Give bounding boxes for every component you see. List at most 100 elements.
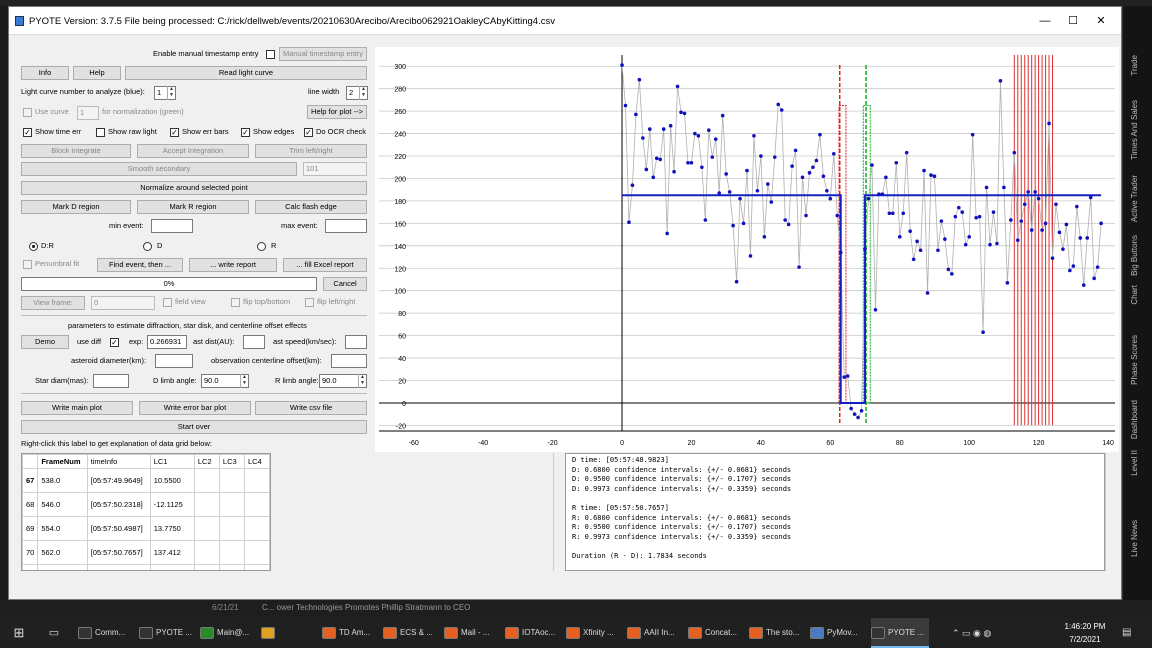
taskbar-app[interactable]: The sto...	[749, 618, 807, 648]
enable-manual-ts-checkbox[interactable]	[266, 50, 275, 59]
light-curve-chart[interactable]: -20 0 20 40 60 80 100 120 140 160 180 200 220 240 260 2…	[375, 47, 1119, 452]
d-limb-spinner-icon[interactable]: ▲ ▼	[240, 374, 248, 388]
grid-cell[interactable]	[218, 468, 245, 493]
taskbar-app[interactable]: Concat...	[688, 618, 746, 648]
task-view-icon[interactable]: ▭	[44, 618, 64, 648]
field-view-checkbox[interactable]	[163, 298, 172, 307]
grid-cell[interactable]: 570.0	[37, 564, 88, 570]
row-header[interactable]: 70	[22, 540, 39, 565]
ast-dist-field[interactable]	[243, 335, 265, 349]
grid-header[interactable]: LC3	[218, 454, 245, 469]
trim-button[interactable]: Trim left/right	[255, 144, 367, 158]
ast-speed-field[interactable]	[345, 335, 367, 349]
grid-cell[interactable]	[243, 564, 270, 570]
tray-icons[interactable]: ⌃ ▭ ◉ ◍	[952, 618, 991, 648]
write-csv-button[interactable]: Write csv file	[255, 401, 367, 415]
table-row[interactable]: 68 546.0 [05:57:50.2318] -12.1125	[22, 492, 270, 517]
use-curve-spinbox[interactable]: 1	[77, 106, 99, 120]
windows-start-icon[interactable]: ⊞	[8, 618, 30, 648]
flip-lr-checkbox[interactable]	[305, 298, 314, 307]
grid-explain-label[interactable]: Right-click this label to get explanatio…	[21, 438, 212, 450]
taskbar-app[interactable]: PyMov...	[810, 618, 868, 648]
grid-header[interactable]: LC1	[149, 454, 195, 469]
grid-cell[interactable]: [05:57:51.0326]	[86, 564, 151, 570]
block-integrate-button[interactable]: Block integrate	[21, 144, 131, 158]
taskbar-app[interactable]: AAII In...	[627, 618, 685, 648]
obs-offset-field[interactable]	[331, 354, 367, 368]
manual-ts-button[interactable]: Manual timestamp entry	[279, 47, 367, 61]
star-diam-field[interactable]	[93, 374, 129, 388]
light-curve-plot[interactable]: -200204060801001201401601802002202402602…	[375, 47, 1119, 452]
grid-cell[interactable]: 10.5500	[149, 468, 195, 493]
data-grid-table[interactable]: FrameNum timeInfo LC1 LC2 LC3 LC4 67 538.0 [05:…	[22, 454, 270, 570]
taskbar-app[interactable]: PYOTE ...	[871, 618, 929, 648]
line-width-spinner-icon[interactable]: ▲ ▼	[359, 86, 367, 100]
table-row[interactable]: 70 562.0 [05:57:50.7657] 137.412	[22, 540, 270, 565]
grid-header[interactable]: LC2	[193, 454, 220, 469]
row-header[interactable]: 68	[22, 492, 39, 517]
calc-flash-edge-button[interactable]: Calc flash edge	[255, 200, 367, 214]
grid-cell[interactable]: -12.1125	[149, 492, 195, 517]
report-scrollbar[interactable]	[1105, 453, 1115, 571]
help-for-plot-button[interactable]: Help for plot -->	[307, 105, 367, 119]
table-row[interactable]: 67 538.0 [05:57:49.9649] 10.5500	[22, 468, 270, 493]
grid-cell[interactable]	[193, 564, 220, 570]
grid-cell[interactable]	[193, 468, 220, 493]
view-frame-spinbox[interactable]: 0	[91, 296, 155, 310]
view-frame-button[interactable]: View frame:	[21, 296, 85, 310]
ast-diam-field[interactable]	[155, 354, 193, 368]
write-error-bar-plot-button[interactable]: Write error bar plot	[139, 401, 251, 415]
grid-header[interactable]: timeInfo	[86, 454, 151, 469]
grid-header[interactable]: LC4	[243, 454, 270, 469]
grid-cell[interactable]	[193, 492, 220, 517]
show-time-err-checkbox[interactable]: ✓	[23, 128, 32, 137]
report-text-panel[interactable]: D time: [05:57:48.9823] D: 0.6800 confide…	[565, 453, 1105, 571]
write-main-plot-button[interactable]: Write main plot	[21, 401, 133, 415]
accept-integration-button[interactable]: Accept Integration	[137, 144, 249, 158]
clock[interactable]: 1:46:20 PM 7/2/2021	[1060, 620, 1110, 646]
grid-header[interactable]: FrameNum	[37, 454, 88, 469]
show-edges-checkbox[interactable]: ✓	[241, 128, 250, 137]
grid-cell[interactable]: 554.0	[37, 516, 88, 541]
maximize-button[interactable]: ☐	[1059, 13, 1087, 29]
min-event-field[interactable]	[151, 219, 193, 233]
radio-dr[interactable]	[29, 242, 38, 251]
help-button[interactable]: Help	[73, 66, 121, 80]
mark-r-region-button[interactable]: Mark R region	[137, 200, 249, 214]
smooth-value-field[interactable]: 101	[303, 162, 367, 176]
write-report-button[interactable]: ... write report	[189, 258, 277, 272]
grid-cell[interactable]: 13.7750	[149, 516, 195, 541]
use-diff-checkbox[interactable]: ✓	[110, 338, 119, 347]
grid-cell[interactable]: 562.0	[37, 540, 88, 565]
grid-cell[interactable]	[243, 492, 270, 517]
taskbar-app[interactable]: TD Am...	[322, 618, 380, 648]
radio-r[interactable]	[257, 242, 266, 251]
taskbar-app[interactable]: Main@...	[200, 618, 258, 648]
max-event-field[interactable]	[325, 219, 367, 233]
grid-cell[interactable]	[243, 516, 270, 541]
grid-cell[interactable]: 137.412	[149, 540, 195, 565]
penumbral-fit-checkbox[interactable]	[23, 260, 32, 269]
row-header[interactable]: 67	[22, 468, 39, 493]
grid-cell[interactable]	[218, 516, 245, 541]
table-row[interactable]: 69 554.0 [05:57:50.4987] 13.7750	[22, 516, 270, 541]
demo-button[interactable]: Demo	[21, 335, 69, 349]
use-curve-checkbox[interactable]	[23, 108, 32, 117]
grid-scrollbar[interactable]	[553, 453, 563, 571]
grid-cell[interactable]: [05:57:49.9649]	[86, 468, 151, 493]
taskbar-app[interactable]: Xfinity ...	[566, 618, 624, 648]
grid-cell[interactable]	[218, 540, 245, 565]
grid-cell[interactable]	[218, 564, 245, 570]
close-button[interactable]: ✕	[1087, 13, 1115, 29]
grid-header[interactable]	[22, 454, 39, 469]
fill-excel-button[interactable]: ... fill Excel report	[283, 258, 367, 272]
start-over-button[interactable]: Start over	[21, 420, 367, 434]
grid-cell[interactable]	[243, 540, 270, 565]
cancel-button[interactable]: Cancel	[323, 277, 367, 291]
taskbar-app[interactable]: ECS & ...	[383, 618, 441, 648]
grid-cell[interactable]: [05:57:50.7657]	[86, 540, 151, 565]
title-bar[interactable]: PYOTE Version: 3.7.5 File being processe…	[9, 7, 1121, 35]
notification-icon[interactable]: ▤	[1122, 618, 1131, 648]
taskbar-app[interactable]	[261, 618, 319, 648]
minimize-button[interactable]: —	[1031, 13, 1059, 29]
